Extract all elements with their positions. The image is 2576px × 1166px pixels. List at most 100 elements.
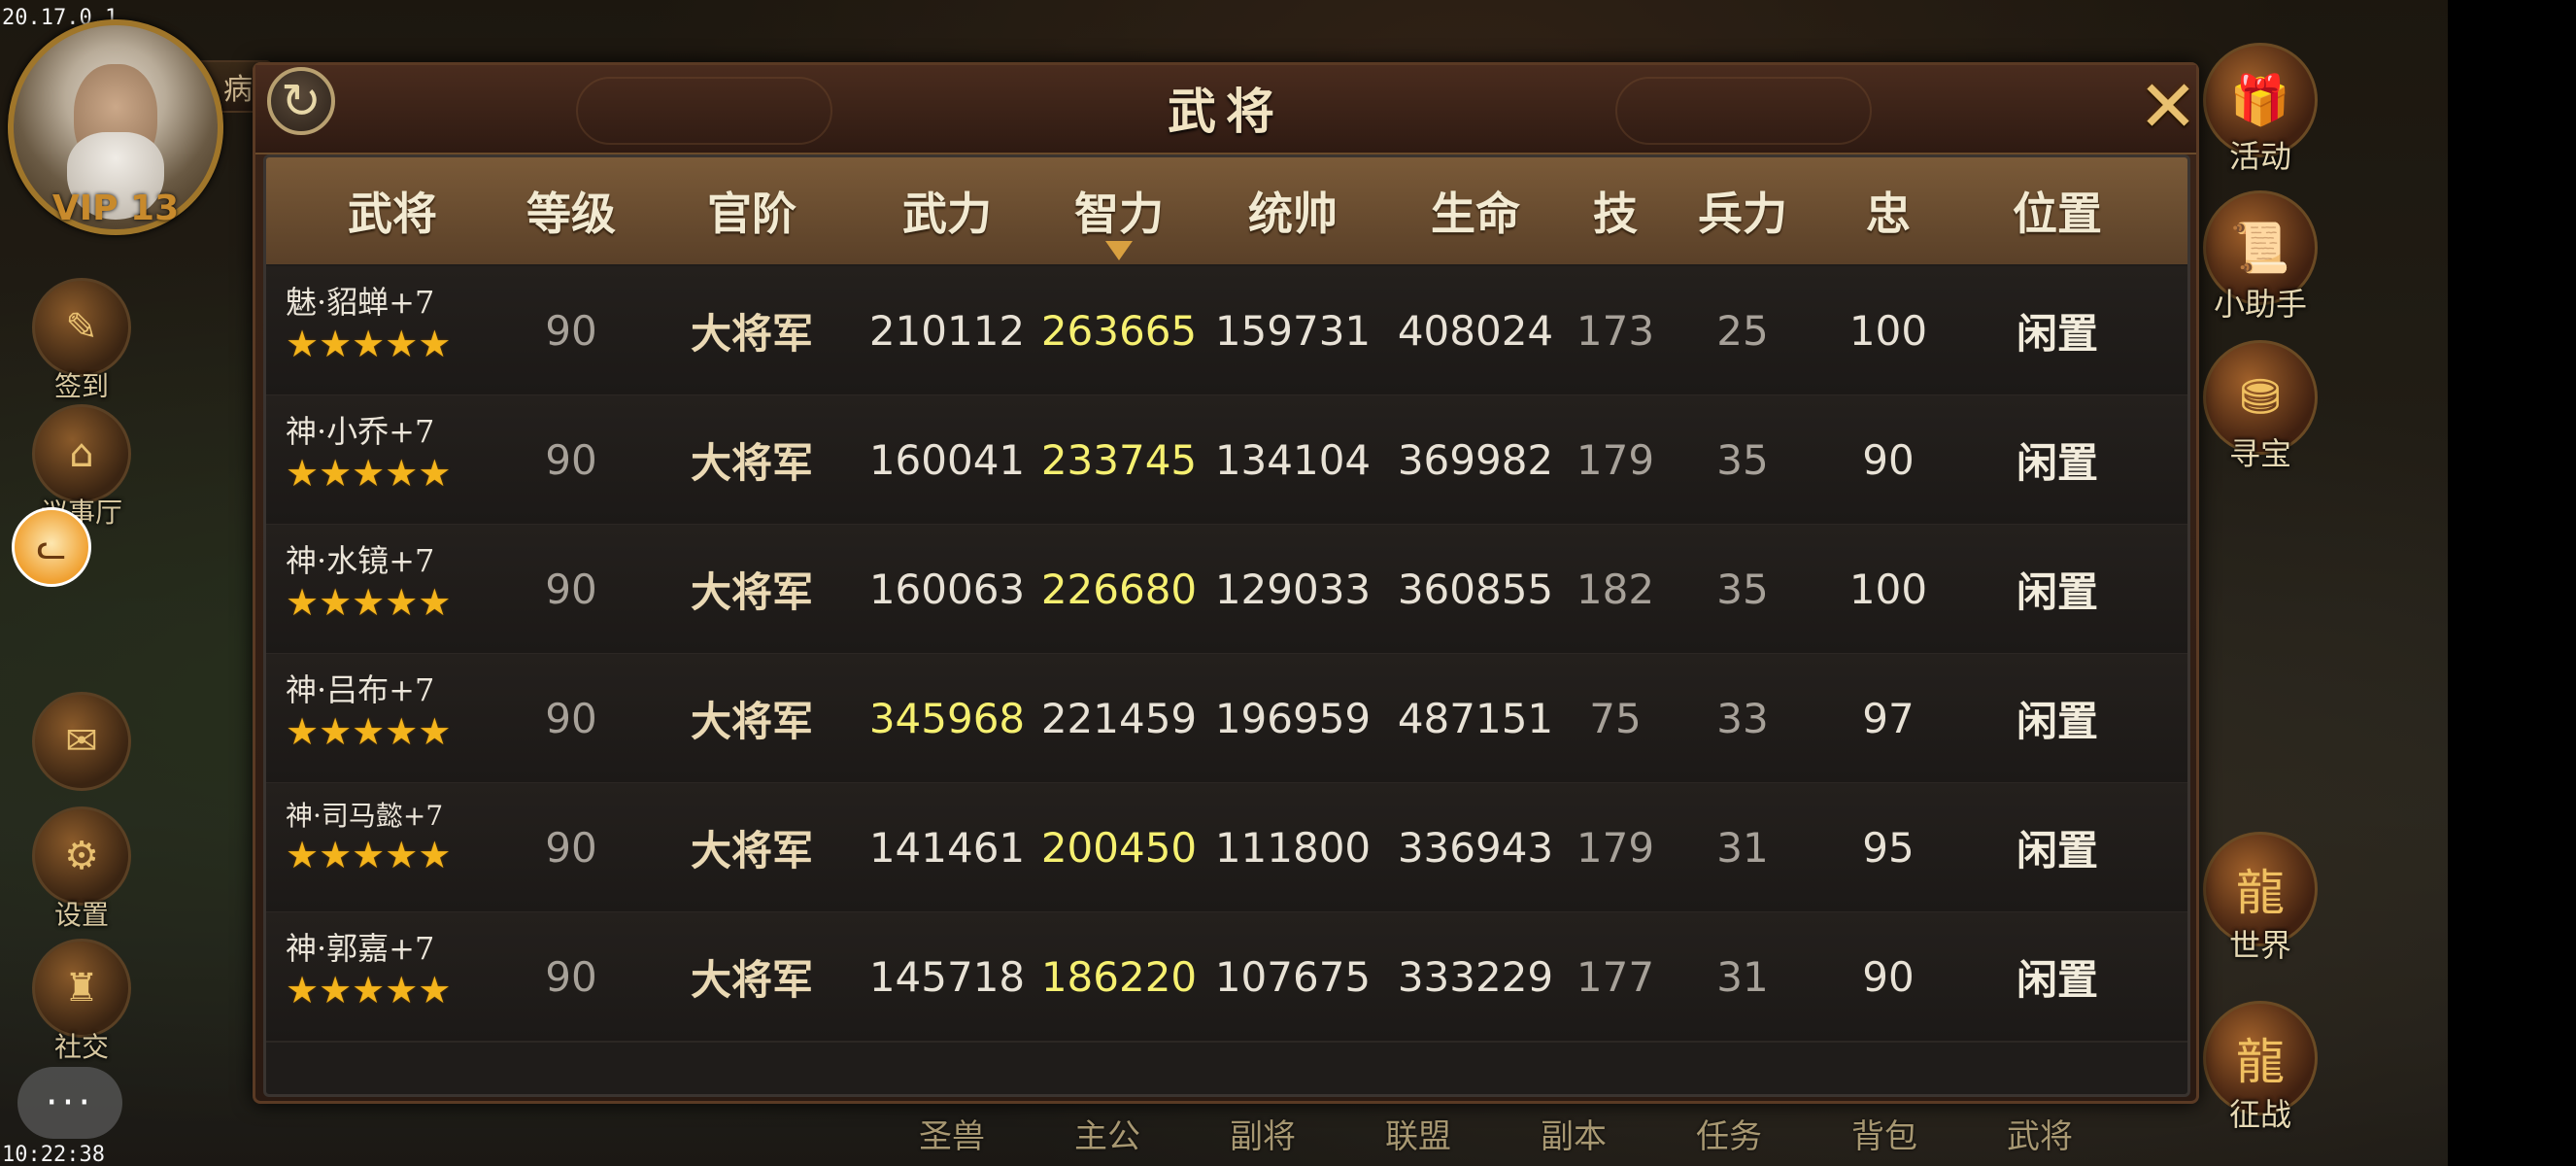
level-cell: 90 [545, 306, 597, 355]
close-button[interactable]: ✕ [2130, 65, 2206, 149]
sidebar-item-settings[interactable]: ⚙ 设置 [27, 806, 136, 933]
chat-button[interactable]: ··· [17, 1067, 122, 1139]
troops-cell: 31 [1716, 823, 1769, 872]
generals-table: 武将 等级 官阶 武力 智力 统帅 生命 技 兵力 忠 位置 魅·貂蝉+7 ★★… [263, 154, 2190, 1097]
table-row[interactable]: 神·郭嘉+7 ★★★★★ 90 大将军 145718 186220 107675… [266, 912, 2187, 1043]
table-header-row: 武将 等级 官阶 武力 智力 统帅 生命 技 兵力 忠 位置 [266, 157, 2187, 264]
cat-mascot-icon[interactable]: ᓚ [12, 507, 91, 587]
sidebar-label: 活动 [2228, 138, 2291, 175]
star-rating: ★★★★★ [286, 325, 499, 363]
sidebar-label: 寻宝 [2228, 435, 2291, 472]
rank-cell: 大将军 [690, 309, 813, 358]
column-header-level[interactable]: 等级 [503, 179, 639, 240]
star-rating: ★★★★★ [286, 836, 499, 874]
sidebar-label: 签到 [53, 370, 109, 402]
loyalty-cell: 100 [1848, 306, 1928, 355]
column-header-loyalty[interactable]: 忠 [1830, 179, 1947, 240]
skill-cell: 182 [1576, 565, 1655, 613]
star-icon: ★ [352, 581, 386, 624]
star-icon: ★ [286, 834, 320, 876]
loyalty-cell: 95 [1862, 823, 1915, 872]
column-header-life[interactable]: 生命 [1393, 179, 1558, 240]
bottom-nav-item[interactable]: 主公 [1030, 1110, 1185, 1158]
column-header-troops[interactable]: 兵力 [1665, 179, 1820, 240]
star-icon: ★ [418, 323, 452, 365]
column-header-command[interactable]: 统帅 [1210, 179, 1375, 240]
bottom-nav-item[interactable]: 圣兽 [874, 1110, 1030, 1158]
column-header-position[interactable]: 位置 [1960, 179, 2154, 240]
table-row[interactable]: 魅·貂蝉+7 ★★★★★ 90 大将军 210112 263665 159731… [266, 266, 2187, 396]
command-cell: 134104 [1214, 435, 1372, 484]
level-cell: 90 [545, 823, 597, 872]
star-icon: ★ [286, 710, 320, 753]
loyalty-cell: 100 [1848, 565, 1928, 613]
troops-cell: 31 [1716, 952, 1769, 1001]
bottom-nav: 圣兽 主公 副将 联盟 副本 任务 背包 武将 [874, 1110, 2118, 1158]
refresh-icon: ↻ [281, 73, 322, 129]
troops-cell: 25 [1716, 306, 1769, 355]
rank-cell: 大将军 [690, 826, 813, 874]
council-hall-icon: ⌂ [32, 404, 131, 503]
sidebar-item-campaign[interactable]: 龍 征战 [2197, 1001, 2323, 1135]
star-rating: ★★★★★ [286, 712, 499, 751]
general-name-cell: 魅·貂蝉+7 ★★★★★ [286, 278, 499, 385]
sidebar-item-sign-in[interactable]: ✎ 签到 [27, 278, 136, 404]
table-row[interactable]: 神·吕布+7 ★★★★★ 90 大将军 345968 221459 196959… [266, 654, 2187, 784]
skill-cell: 173 [1576, 306, 1655, 355]
intellect-cell: 226680 [1040, 565, 1198, 613]
star-icon: ★ [286, 323, 320, 365]
skill-cell: 179 [1576, 823, 1655, 872]
command-cell: 107675 [1214, 952, 1372, 1001]
table-row[interactable]: 神·水镜+7 ★★★★★ 90 大将军 160063 226680 129033… [266, 525, 2187, 655]
bottom-nav-item[interactable]: 武将 [1962, 1110, 2118, 1158]
sidebar-item-events[interactable]: 🎁 活动 [2197, 43, 2323, 177]
force-cell: 160041 [868, 435, 1026, 484]
life-cell: 369982 [1397, 435, 1554, 484]
sidebar-item-social[interactable]: ♜ 社交 [27, 939, 136, 1065]
dialog-title: 武将 [1168, 83, 1284, 140]
general-name-cell: 神·小乔+7 ★★★★★ [286, 407, 499, 514]
sidebar-item-mail[interactable]: ✉ [27, 692, 136, 791]
bottom-nav-item[interactable]: 背包 [1807, 1110, 1962, 1158]
refresh-button[interactable]: ↻ [267, 67, 335, 135]
command-cell: 111800 [1214, 823, 1372, 872]
rank-cell: 大将军 [690, 697, 813, 745]
intellect-cell: 200450 [1040, 823, 1198, 872]
sidebar-item-assistant[interactable]: 📜 小助手 [2197, 190, 2323, 325]
sidebar-item-world[interactable]: 龍 世界 [2197, 832, 2323, 966]
position-cell: 闲置 [2016, 955, 2098, 1004]
sidebar-item-treasure[interactable]: ⛃ 寻宝 [2197, 340, 2323, 474]
star-icon: ★ [418, 969, 452, 1012]
level-cell: 90 [545, 952, 597, 1001]
social-icon: ♜ [32, 939, 131, 1038]
column-header-intellect[interactable]: 智力 [1032, 179, 1206, 240]
force-cell: 145718 [868, 952, 1026, 1001]
bottom-nav-item[interactable]: 任务 [1651, 1110, 1807, 1158]
level-cell: 90 [545, 565, 597, 613]
skill-cell: 179 [1576, 435, 1655, 484]
bottom-nav-item[interactable]: 联盟 [1340, 1110, 1496, 1158]
star-icon: ★ [319, 323, 353, 365]
column-header-skill[interactable]: 技 [1572, 179, 1659, 240]
bottom-nav-item[interactable]: 副本 [1496, 1110, 1651, 1158]
sidebar-label: 征战 [2228, 1096, 2291, 1133]
table-row[interactable]: 神·小乔+7 ★★★★★ 90 大将军 160041 233745 134104… [266, 395, 2187, 526]
star-icon: ★ [385, 834, 419, 876]
settings-gear-icon: ⚙ [32, 806, 131, 906]
column-header-rank[interactable]: 官阶 [645, 179, 859, 240]
column-header-general[interactable]: 武将 [286, 179, 499, 240]
bottom-nav-item[interactable]: 副将 [1185, 1110, 1340, 1158]
general-name: 神·吕布+7 [286, 671, 435, 708]
column-header-force[interactable]: 武力 [864, 179, 1030, 240]
sidebar-label: 世界 [2228, 927, 2291, 964]
force-cell: 345968 [868, 694, 1026, 742]
table-row[interactable]: 神·司马懿+7 ★★★★★ 90 大将军 141461 200450 11180… [266, 783, 2187, 913]
star-icon: ★ [319, 581, 353, 624]
star-icon: ★ [286, 581, 320, 624]
force-cell: 160063 [868, 565, 1026, 613]
star-icon: ★ [385, 323, 419, 365]
life-cell: 333229 [1397, 952, 1554, 1001]
star-icon: ★ [418, 452, 452, 495]
star-icon: ★ [352, 323, 386, 365]
intellect-cell: 186220 [1040, 952, 1198, 1001]
